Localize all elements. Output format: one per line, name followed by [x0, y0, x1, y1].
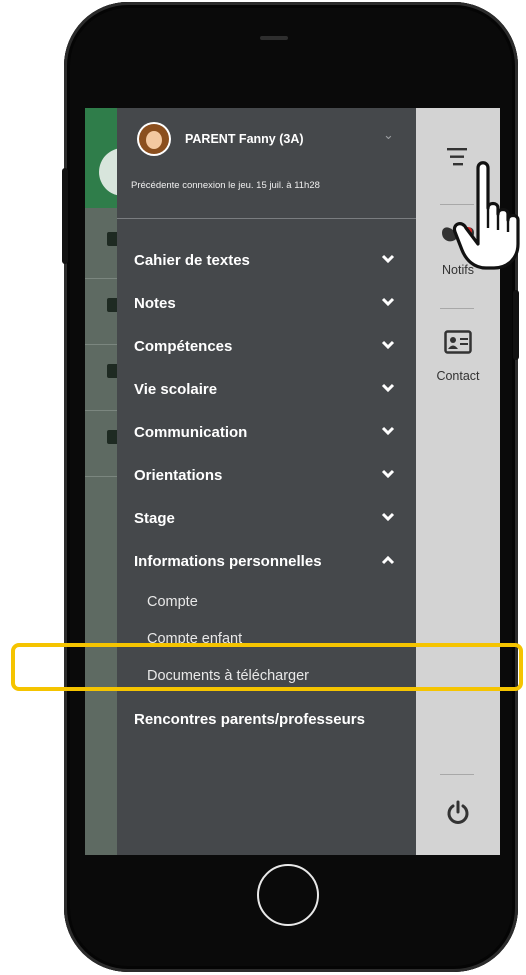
menu-item-label: Stage	[134, 510, 175, 527]
phone-side-button-right	[513, 290, 519, 360]
chevron-down-icon	[381, 297, 395, 307]
rail-divider	[440, 774, 474, 775]
chevron-down-icon	[381, 254, 395, 264]
chevron-down-icon	[381, 340, 395, 350]
phone-home-button[interactable]	[257, 864, 319, 926]
menu-item-competences[interactable]: Compétences	[117, 326, 416, 369]
profile-header[interactable]: PARENT Fanny (3A) ⌄ Précédente connexion…	[117, 108, 416, 219]
menu-item-label: Cahier de textes	[134, 252, 250, 269]
menu-item-label: Compétences	[134, 338, 233, 355]
menu-item-label: Orientations	[134, 467, 223, 484]
chevron-down-icon	[381, 512, 395, 522]
menu-item-rencontres-parents-professeurs[interactable]: Rencontres parents/professeurs	[117, 699, 416, 742]
menu-item-informations-personnelles[interactable]: Informations personnelles	[117, 541, 416, 584]
navigation-drawer: PARENT Fanny (3A) ⌄ Précédente connexion…	[117, 108, 416, 855]
phone-speaker	[260, 36, 288, 40]
pointer-hand-icon	[452, 161, 520, 270]
contact-card-icon[interactable]	[444, 330, 472, 354]
menu-item-label: Informations personnelles	[134, 553, 322, 570]
menu-item-vie-scolaire[interactable]: Vie scolaire	[117, 369, 416, 412]
menu-item-notes[interactable]: Notes	[117, 283, 416, 326]
app-screen: PARENT Fanny (3A) ⌄ Précédente connexion…	[85, 108, 500, 855]
menu-item-orientations[interactable]: Orientations	[117, 455, 416, 498]
avatar	[137, 122, 171, 156]
phone-side-button-left	[62, 168, 68, 264]
chevron-up-icon	[381, 555, 395, 565]
chevron-down-icon	[381, 469, 395, 479]
last-login-text: Précédente connexion le jeu. 15 juil. à …	[131, 180, 320, 191]
menu-item-stage[interactable]: Stage	[117, 498, 416, 541]
menu-item-label: Rencontres parents/professeurs	[134, 711, 365, 728]
contact-label: Contact	[436, 369, 480, 383]
submenu-item-label: Compte	[147, 594, 198, 610]
menu-item-label: Vie scolaire	[134, 381, 218, 398]
rail-divider	[440, 308, 474, 309]
highlight-box	[11, 643, 523, 691]
menu-item-cahier-de-textes[interactable]: Cahier de textes	[117, 240, 416, 283]
chevron-down-icon[interactable]: ⌄	[383, 128, 394, 143]
menu-item-communication[interactable]: Communication	[117, 412, 416, 455]
chevron-down-icon	[381, 383, 395, 393]
chevron-down-icon	[381, 426, 395, 436]
menu-item-label: Notes	[134, 295, 176, 312]
submenu-item-compte[interactable]: Compte	[117, 584, 416, 621]
menu-item-label: Communication	[134, 424, 248, 441]
power-icon[interactable]	[446, 800, 470, 826]
profile-name: PARENT Fanny (3A)	[185, 132, 304, 146]
